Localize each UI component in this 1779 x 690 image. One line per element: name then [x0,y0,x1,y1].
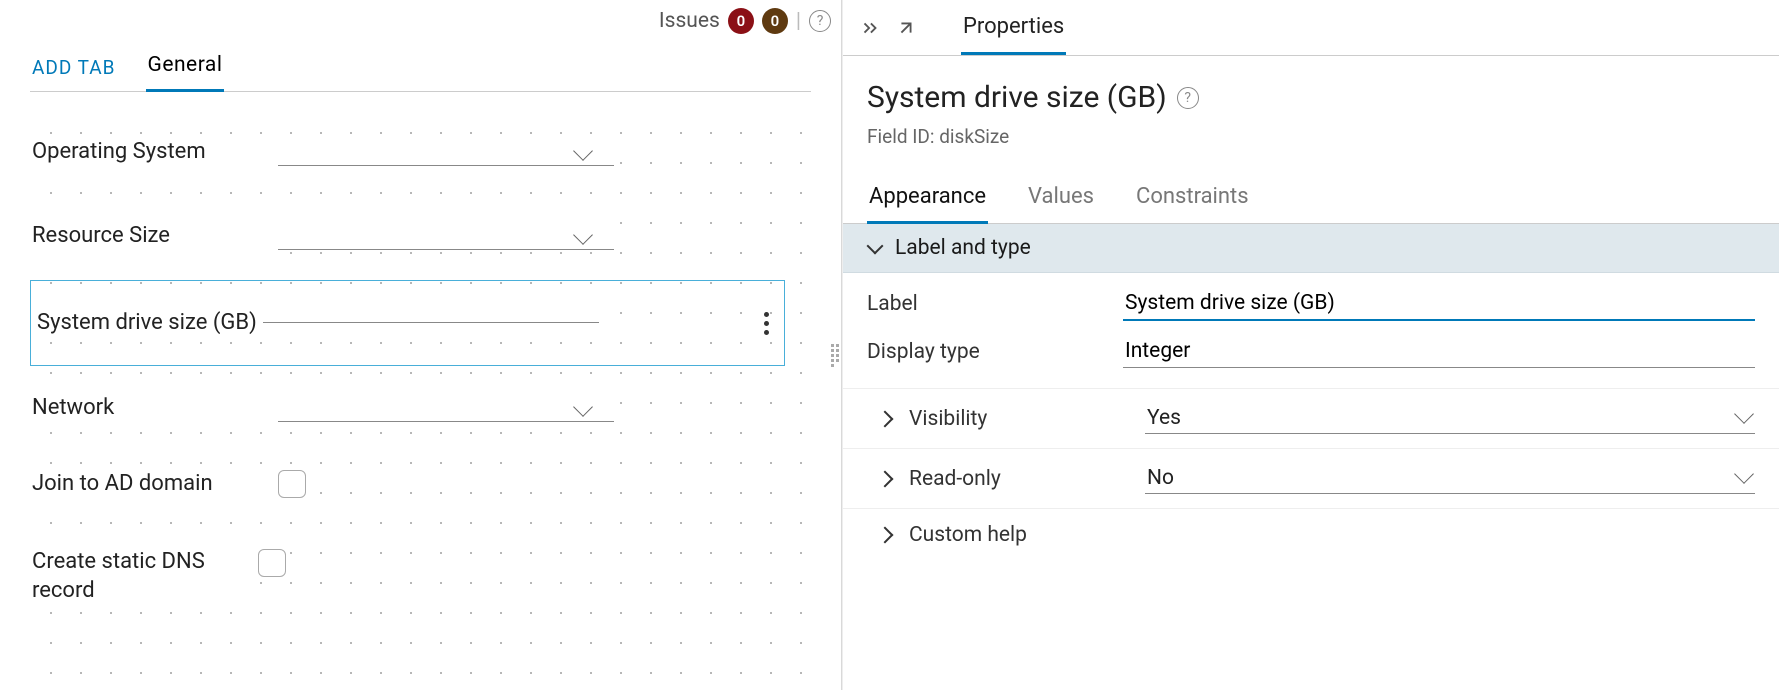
tab-appearance[interactable]: Appearance [867,176,988,224]
collapse-panel-icon[interactable] [859,17,881,39]
field-actions-menu-icon[interactable] [756,309,776,337]
field-static-dns[interactable]: Create static DNS record [30,534,785,620]
row-display-type-name: Display type [867,340,1123,364]
field-label: System drive size (GB) [35,305,263,342]
visibility-select[interactable]: Yes [1145,403,1755,434]
issues-badge-warning[interactable]: 0 [762,8,788,34]
chevron-right-icon [877,470,894,487]
field-label: Network [30,390,278,427]
text-input[interactable] [263,295,599,323]
section-custom-help[interactable]: Custom help [843,508,1779,561]
field-join-ad[interactable]: Join to AD domain [30,454,785,514]
dropdown-input[interactable] [278,394,614,422]
field-label: Create static DNS record [30,544,258,609]
properties-panel: Properties System drive size (GB) ? Fiel… [842,0,1779,690]
properties-panel-header: Properties [843,0,1779,56]
checkbox-input[interactable] [258,549,286,577]
chevron-down-icon [1734,464,1754,484]
field-network[interactable]: Network [30,378,785,438]
issues-badge-error[interactable]: 0 [728,8,754,34]
add-tab-button[interactable]: ADD TAB [30,52,118,91]
chevron-down-icon [1734,404,1754,424]
field-id-label: Field ID: diskSize [867,125,1755,148]
help-icon[interactable]: ? [1177,87,1199,109]
properties-title-block: System drive size (GB) ? Field ID: diskS… [843,56,1779,158]
chevron-right-icon [877,527,894,544]
section-label-and-type[interactable]: Label and type [843,224,1779,273]
issues-label: Issues [659,9,720,33]
canvas: Operating System Resource Size System dr… [30,108,827,690]
section-read-only[interactable]: Read-only No [843,448,1779,508]
label-input[interactable] [1123,287,1755,321]
field-resource-size[interactable]: Resource Size [30,206,785,266]
tab-constraints[interactable]: Constraints [1134,176,1251,223]
label-type-grid: Label Display type [843,273,1779,388]
chevron-down-icon [573,225,593,245]
row-label-name: Label [867,292,1123,316]
expand-panel-icon[interactable] [895,17,917,39]
tab-general[interactable]: General [146,49,225,92]
section-title: Label and type [895,236,1031,260]
readonly-value: No [1147,466,1174,490]
section-visibility[interactable]: Visibility Yes [843,388,1779,448]
field-system-drive-size[interactable]: System drive size (GB) [30,280,785,366]
field-label: Join to AD domain [30,466,278,503]
display-type-input[interactable] [1123,335,1755,368]
row-visibility-name: Visibility [909,407,1127,431]
chevron-down-icon [573,397,593,417]
form-tabs: ADD TAB General [30,50,811,92]
field-label: Resource Size [30,218,278,255]
help-icon[interactable]: ? [809,10,831,32]
chevron-down-icon [867,238,884,255]
row-readonly-name: Read-only [909,467,1127,491]
chevron-right-icon [877,410,894,427]
field-operating-system[interactable]: Operating System [30,122,785,182]
properties-subtabs: Appearance Values Constraints [843,176,1779,224]
properties-tab[interactable]: Properties [961,0,1066,55]
readonly-select[interactable]: No [1145,463,1755,494]
form-designer-canvas: Issues 0 0 | ? ADD TAB General Operating… [0,0,842,690]
issues-bar: Issues 0 0 | ? [659,8,831,34]
chevron-down-icon [573,141,593,161]
checkbox-input[interactable] [278,470,306,498]
dropdown-input[interactable] [278,222,614,250]
visibility-value: Yes [1147,406,1181,430]
title-text: System drive size (GB) [867,80,1167,115]
field-label: Operating System [30,134,278,171]
dropdown-input[interactable] [278,138,614,166]
properties-title: System drive size (GB) ? [867,80,1755,115]
divider: | [796,9,801,33]
tab-values[interactable]: Values [1026,176,1096,223]
row-custom-help-name: Custom help [909,523,1027,547]
